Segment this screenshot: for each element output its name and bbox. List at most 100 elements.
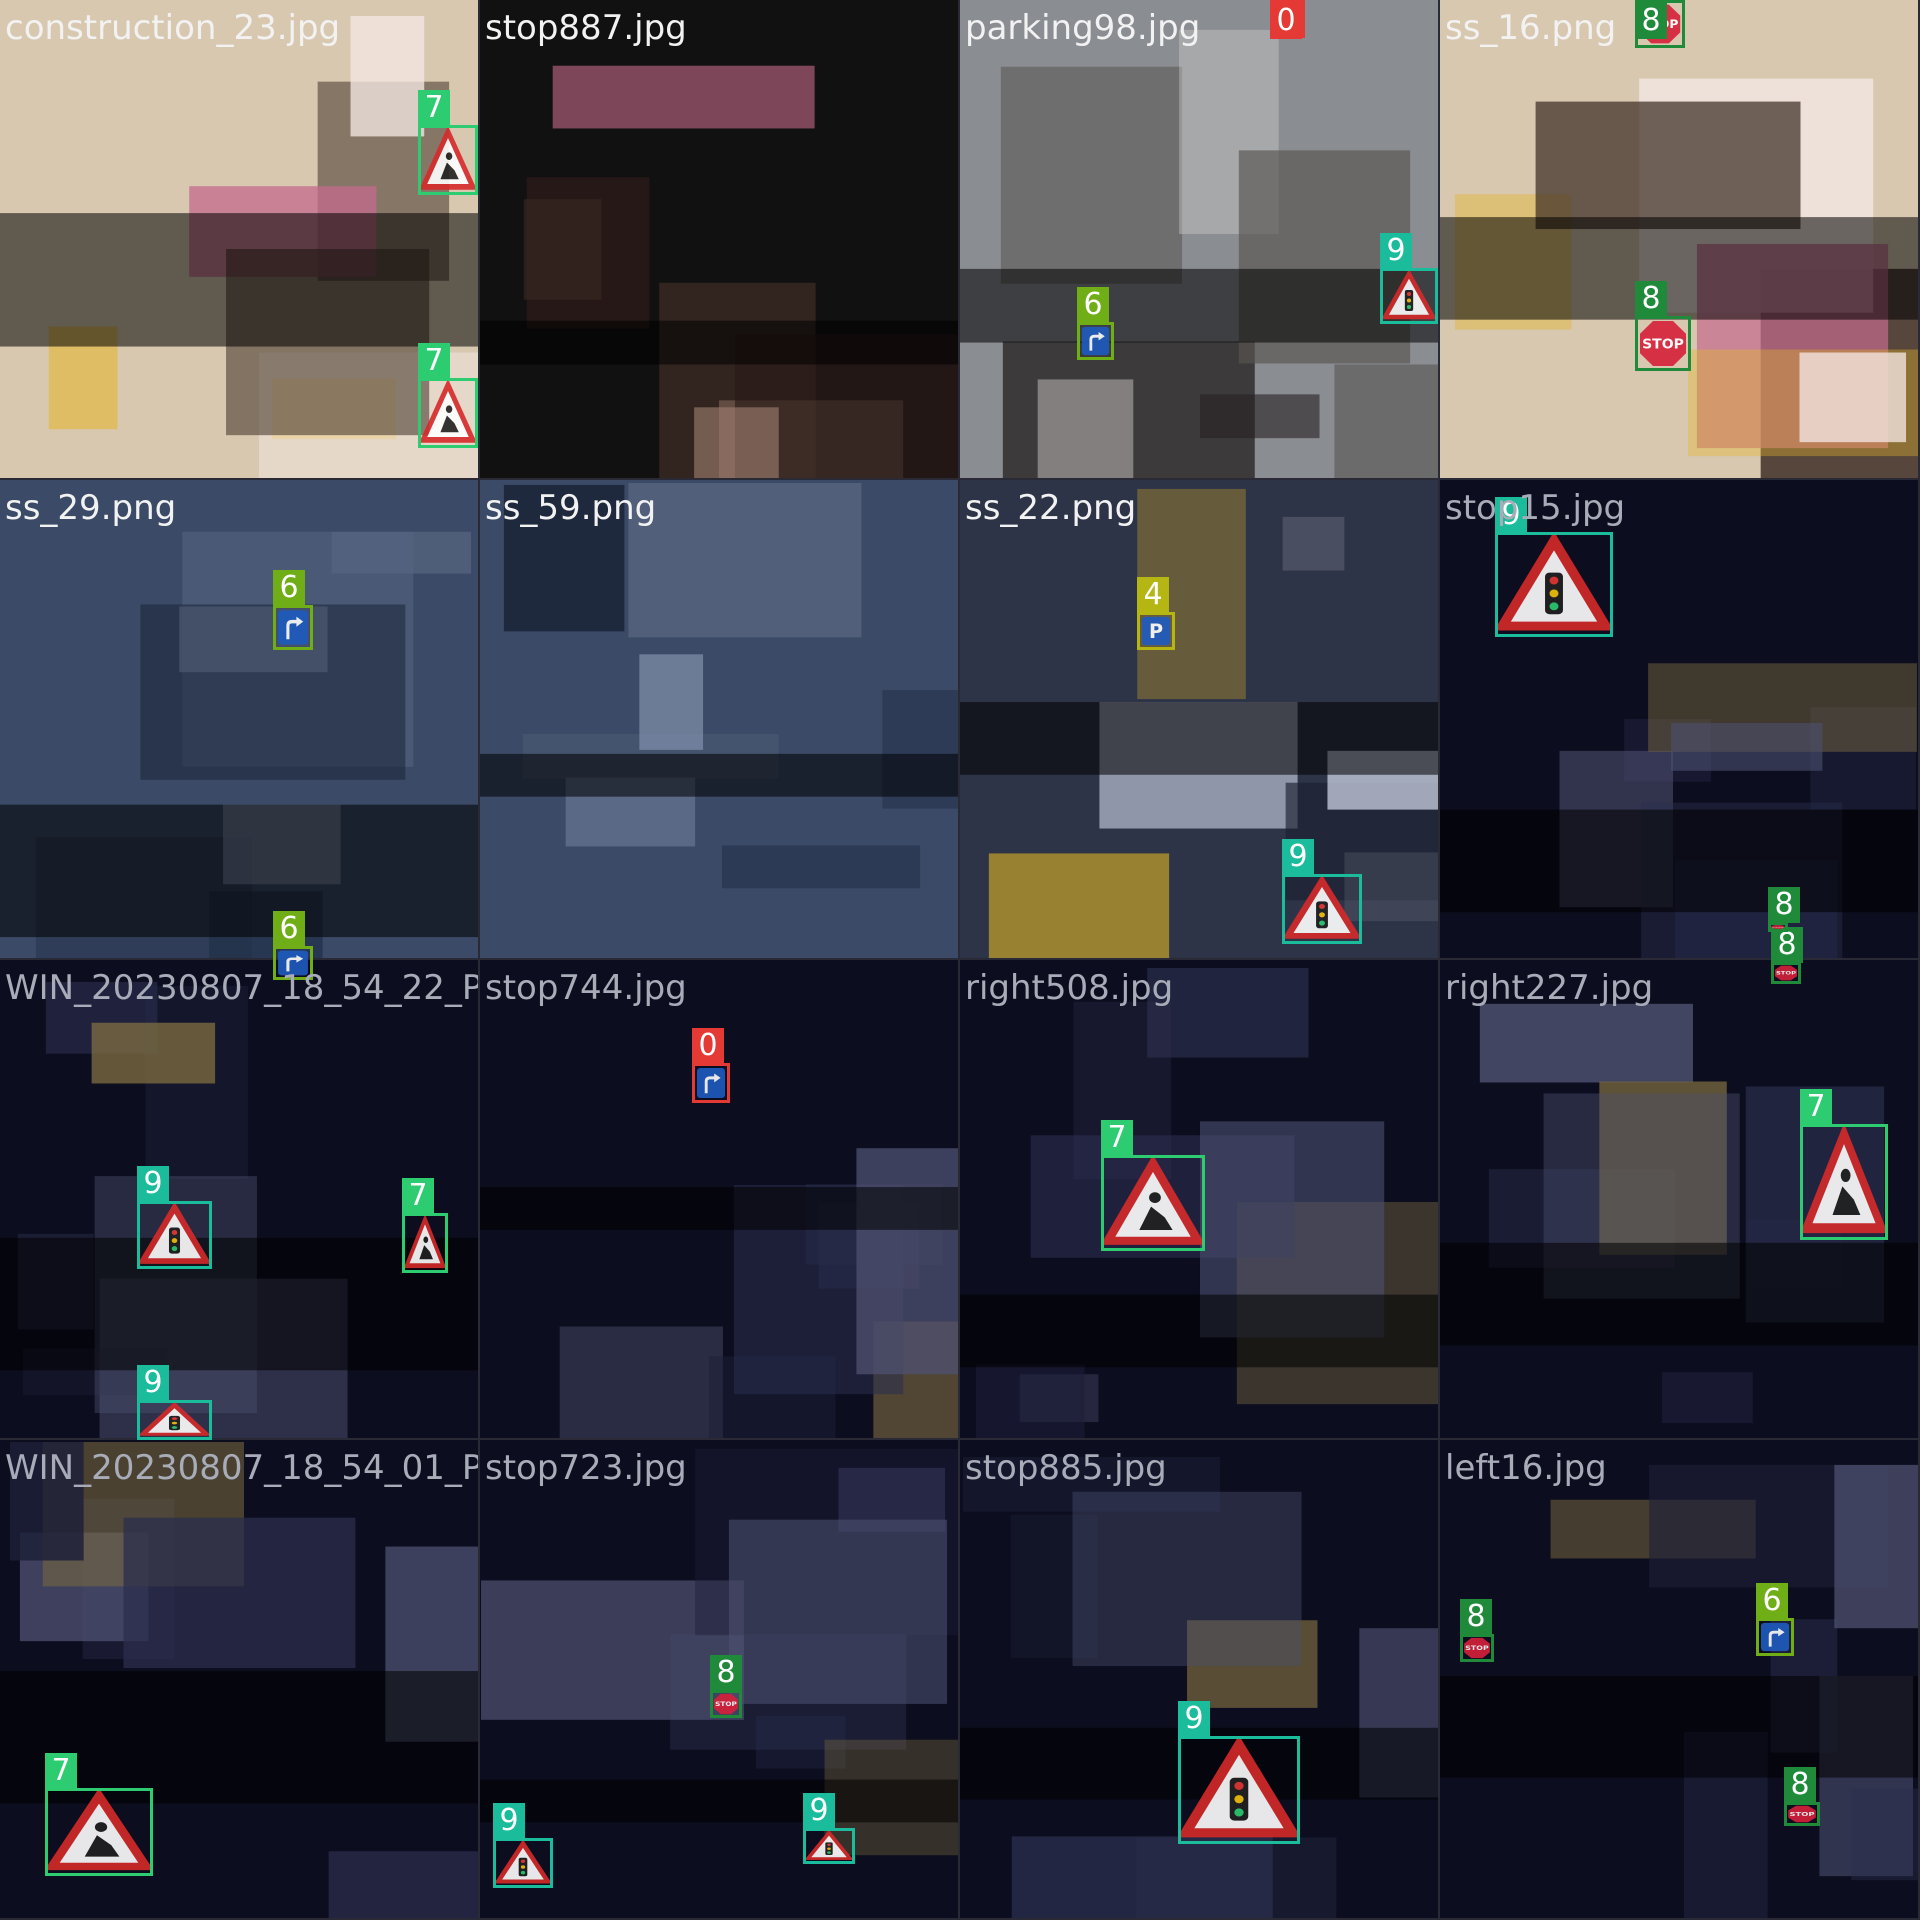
stop-sign: STOP — [1771, 925, 1785, 929]
detection-box: 9 — [137, 1166, 212, 1269]
detection-box: 9 — [803, 1793, 855, 1864]
tile-photo — [960, 1440, 1438, 1918]
class-id-tag: 6 — [273, 570, 305, 606]
class-id-tag: 9 — [493, 1803, 525, 1839]
detection-box: STOP 8 — [1768, 887, 1800, 932]
detection-box: 6 — [1077, 287, 1114, 360]
detection-box: 9 — [1380, 233, 1438, 324]
class-id-tag: 6 — [1756, 1583, 1788, 1619]
traffic-light-sign — [1498, 535, 1610, 634]
tile-photo — [960, 0, 1438, 478]
tile-filename-label: stop15.jpg — [1445, 488, 1626, 528]
svg-text:STOP: STOP — [715, 1701, 737, 1708]
turn-sign — [1759, 1621, 1791, 1653]
construction-sign — [1803, 1127, 1885, 1237]
turn-sign — [1080, 325, 1111, 357]
stop-sign: STOP — [1463, 1637, 1491, 1659]
detection-box: 7 — [418, 90, 478, 195]
class-id-tag: 7 — [418, 343, 450, 379]
tile-filename-label: left16.jpg — [1445, 1448, 1607, 1488]
detection-box: 9 — [1178, 1701, 1300, 1844]
detection-box: 9 — [1282, 839, 1362, 944]
detection-box: 9 — [137, 1365, 212, 1440]
construction-sign — [48, 1791, 150, 1873]
tile-filename-label: right508.jpg — [965, 968, 1174, 1008]
tile-filename-label: parking98.jpg — [965, 8, 1201, 48]
construction-sign — [1104, 1158, 1202, 1248]
detection-box: 0 — [692, 1028, 730, 1103]
detection-box: 6 — [273, 570, 313, 650]
class-id-tag: 8 — [1635, 281, 1667, 317]
class-id-tag: 9 — [1380, 233, 1412, 269]
class-id-tag: 0 — [692, 1028, 724, 1064]
mosaic-tile: stop885.jpg — [960, 1440, 1440, 1920]
tile-filename-label: stop723.jpg — [485, 1448, 687, 1488]
stop-sign: STOP — [1787, 1805, 1817, 1823]
construction-sign — [421, 381, 475, 445]
mosaic-tile: ss_16.png — [1440, 0, 1920, 480]
detection-box: STOP 8 — [1460, 1599, 1494, 1662]
class-id-tag: 7 — [418, 90, 450, 126]
class-id-tag: 9 — [137, 1365, 169, 1401]
detection-box: 9 — [493, 1803, 553, 1888]
tile-filename-label: ss_16.png — [1445, 8, 1617, 48]
tile-filename-label: stop887.jpg — [485, 8, 687, 48]
class-id-tag: 8 — [1771, 927, 1803, 963]
tile-photo — [480, 0, 958, 478]
mosaic-tile: ss_22.png — [960, 480, 1440, 960]
stop-sign: STOP — [1638, 319, 1688, 368]
traffic-light-sign — [140, 1403, 209, 1437]
tile-photo — [1440, 1440, 1918, 1918]
svg-text:STOP: STOP — [1465, 1644, 1488, 1652]
svg-text:STOP: STOP — [1789, 1811, 1814, 1817]
tile-filename-label: right227.jpg — [1445, 968, 1654, 1008]
class-id-tag: 8 — [1768, 887, 1800, 923]
class-id-tag: 8 — [710, 1655, 742, 1691]
detection-box: 7 — [402, 1178, 448, 1273]
class-id-tag: 8 — [1784, 1767, 1816, 1803]
detection-box: P4 — [1137, 577, 1175, 650]
class-id-tag: 6 — [273, 911, 305, 947]
class-id-tag: 9 — [803, 1793, 835, 1829]
tile-filename-label: construction_23.jpg — [5, 8, 341, 48]
mosaic-tile: stop887.jpg — [480, 0, 960, 480]
construction-sign — [405, 1216, 445, 1270]
tile-filename-label: WIN_20230807_18_54_22_Pro.jpg — [5, 968, 480, 1008]
mosaic-tile: ss_29.png — [0, 480, 480, 960]
detection-box: 7 — [45, 1753, 153, 1876]
detection-box: 7 — [418, 343, 478, 448]
tile-photo — [480, 480, 958, 958]
svg-text:STOP: STOP — [1776, 971, 1796, 976]
class-id-tag: 9 — [1282, 839, 1314, 875]
traffic-light-sign — [496, 1841, 550, 1885]
mosaic-tile: parking98.jpg — [960, 0, 1440, 480]
class-id-tag: 6 — [1077, 287, 1109, 323]
tile-filename-label: WIN_20230807_18_54_01_Pro.jpg — [5, 1448, 480, 1488]
detection-box: STOP8 — [1635, 281, 1691, 371]
class-id-tag: 8 — [1635, 3, 1667, 39]
turn-sign — [276, 608, 310, 647]
tile-filename-label: ss_29.png — [5, 488, 177, 528]
traffic-light-sign — [806, 1831, 852, 1861]
mosaic-tile: left16.jpg — [1440, 1440, 1920, 1920]
class-id-tag: 8 — [1460, 1599, 1492, 1635]
svg-text:STOP: STOP — [1772, 926, 1784, 928]
detection-box: STOP 8 — [1784, 1767, 1820, 1826]
class-id-tag: 4 — [1137, 577, 1169, 613]
class-id-tag: 7 — [45, 1753, 77, 1789]
stop-sign: STOP — [713, 1693, 739, 1715]
class-id-tag: 9 — [137, 1166, 169, 1202]
class-id-tag: 7 — [1800, 1089, 1832, 1125]
class-id-tag: 9 — [1178, 1701, 1210, 1737]
tile-filename-label: stop744.jpg — [485, 968, 687, 1008]
tile-photo — [0, 0, 478, 478]
class-id-tag: 7 — [402, 1178, 434, 1214]
detection-box: STOP8 — [1635, 0, 1685, 48]
parking-sign: P — [1140, 615, 1172, 647]
tile-filename-label: stop885.jpg — [965, 1448, 1167, 1488]
mosaic-tile: construction_23.jpg — [0, 0, 480, 480]
tile-photo — [960, 480, 1438, 958]
tile-photo — [0, 480, 478, 958]
traffic-light-sign — [1181, 1739, 1297, 1841]
detection-box: STOP8 — [1771, 927, 1803, 984]
